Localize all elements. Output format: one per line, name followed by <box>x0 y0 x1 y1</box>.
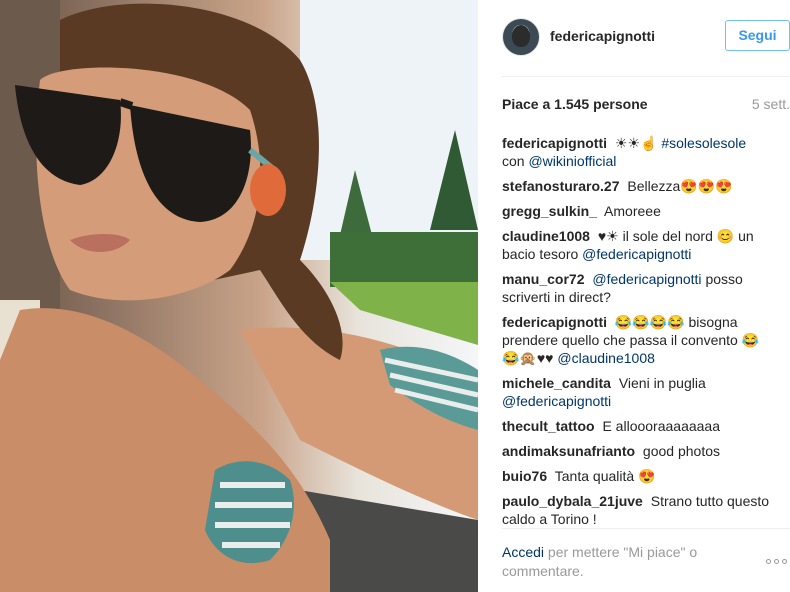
comment: federicapignotti ☀☀☝ #solesolesole con @… <box>502 134 772 170</box>
comment: thecult_tattoo E alloooraaaaaaaa <box>502 417 772 435</box>
comment-username[interactable]: michele_candita <box>502 375 611 391</box>
comment-username[interactable]: federicapignotti <box>502 135 607 151</box>
comments-list: federicapignotti ☀☀☝ #solesolesole con @… <box>502 134 772 535</box>
comment-text: Amoreee <box>604 203 661 219</box>
comment-username[interactable]: manu_cor72 <box>502 271 584 287</box>
avatar[interactable] <box>502 18 540 56</box>
comment: buio76 Tanta qualità 😍 <box>502 467 772 485</box>
comment: michele_candita Vieni in puglia @federic… <box>502 374 772 410</box>
divider <box>502 528 790 529</box>
comment: claudine1008 ♥☀ il sole del nord 😊 un ba… <box>502 227 772 263</box>
post-time[interactable]: 5 sett. <box>752 96 790 112</box>
hashtag-link[interactable]: #solesolesole <box>661 135 746 151</box>
comment-text: Tanta qualità 😍 <box>554 468 656 484</box>
mention-link[interactable]: @claudine1008 <box>557 350 655 366</box>
comment-username[interactable]: paulo_dybala_21juve <box>502 493 643 509</box>
comment: gregg_sulkin_ Amoreee <box>502 202 772 220</box>
comment-username[interactable]: gregg_sulkin_ <box>502 203 597 219</box>
comment: manu_cor72 @federicapignotti posso scriv… <box>502 270 772 306</box>
author-username[interactable]: federicapignotti <box>550 28 655 44</box>
comment-username[interactable]: andimaksunafrianto <box>502 443 635 459</box>
login-link[interactable]: Accedi <box>502 544 544 560</box>
comment-text: Vieni in puglia <box>618 375 706 391</box>
post-photo <box>0 0 478 592</box>
photo-illustration <box>0 0 478 592</box>
divider <box>502 76 790 77</box>
comment: paulo_dybala_21juve Strano tutto questo … <box>502 492 772 528</box>
comment-text: con <box>502 153 525 169</box>
mention-link[interactable]: @federicapignotti <box>582 246 691 262</box>
comment: andimaksunafrianto good photos <box>502 442 772 460</box>
follow-button[interactable]: Segui <box>725 20 790 51</box>
comment: stefanosturaro.27 Bellezza😍😍😍 <box>502 177 772 195</box>
comment-text: Bellezza😍😍😍 <box>627 178 733 194</box>
post-header: federicapignotti Segui <box>478 0 790 76</box>
comment-text: E alloooraaaaaaaa <box>602 418 720 434</box>
mention-link[interactable]: @wikiniofficial <box>528 153 616 169</box>
comment-username[interactable]: federicapignotti <box>502 314 607 330</box>
comment-username[interactable]: thecult_tattoo <box>502 418 595 434</box>
comment-username[interactable]: buio76 <box>502 468 547 484</box>
mention-link[interactable]: @federicapignotti <box>502 393 611 409</box>
comment-text: good photos <box>642 443 720 459</box>
likes-row: Piace a 1.545 persone 5 sett. <box>502 96 790 114</box>
comment: federicapignotti 😂😂😂😂 bisogna prendere q… <box>502 313 772 367</box>
more-options-icon[interactable] <box>766 555 790 567</box>
comment-username[interactable]: claudine1008 <box>502 228 590 244</box>
comment-text: ☀☀☝ <box>614 135 658 151</box>
post-details-panel: federicapignotti Segui Piace a 1.545 per… <box>478 0 790 592</box>
likes-count[interactable]: Piace a 1.545 persone <box>502 96 648 112</box>
comment-username[interactable]: stefanosturaro.27 <box>502 178 619 194</box>
mention-link[interactable]: @federicapignotti <box>592 271 701 287</box>
login-prompt: Accedi per mettere "Mi piace" o commenta… <box>502 543 732 581</box>
